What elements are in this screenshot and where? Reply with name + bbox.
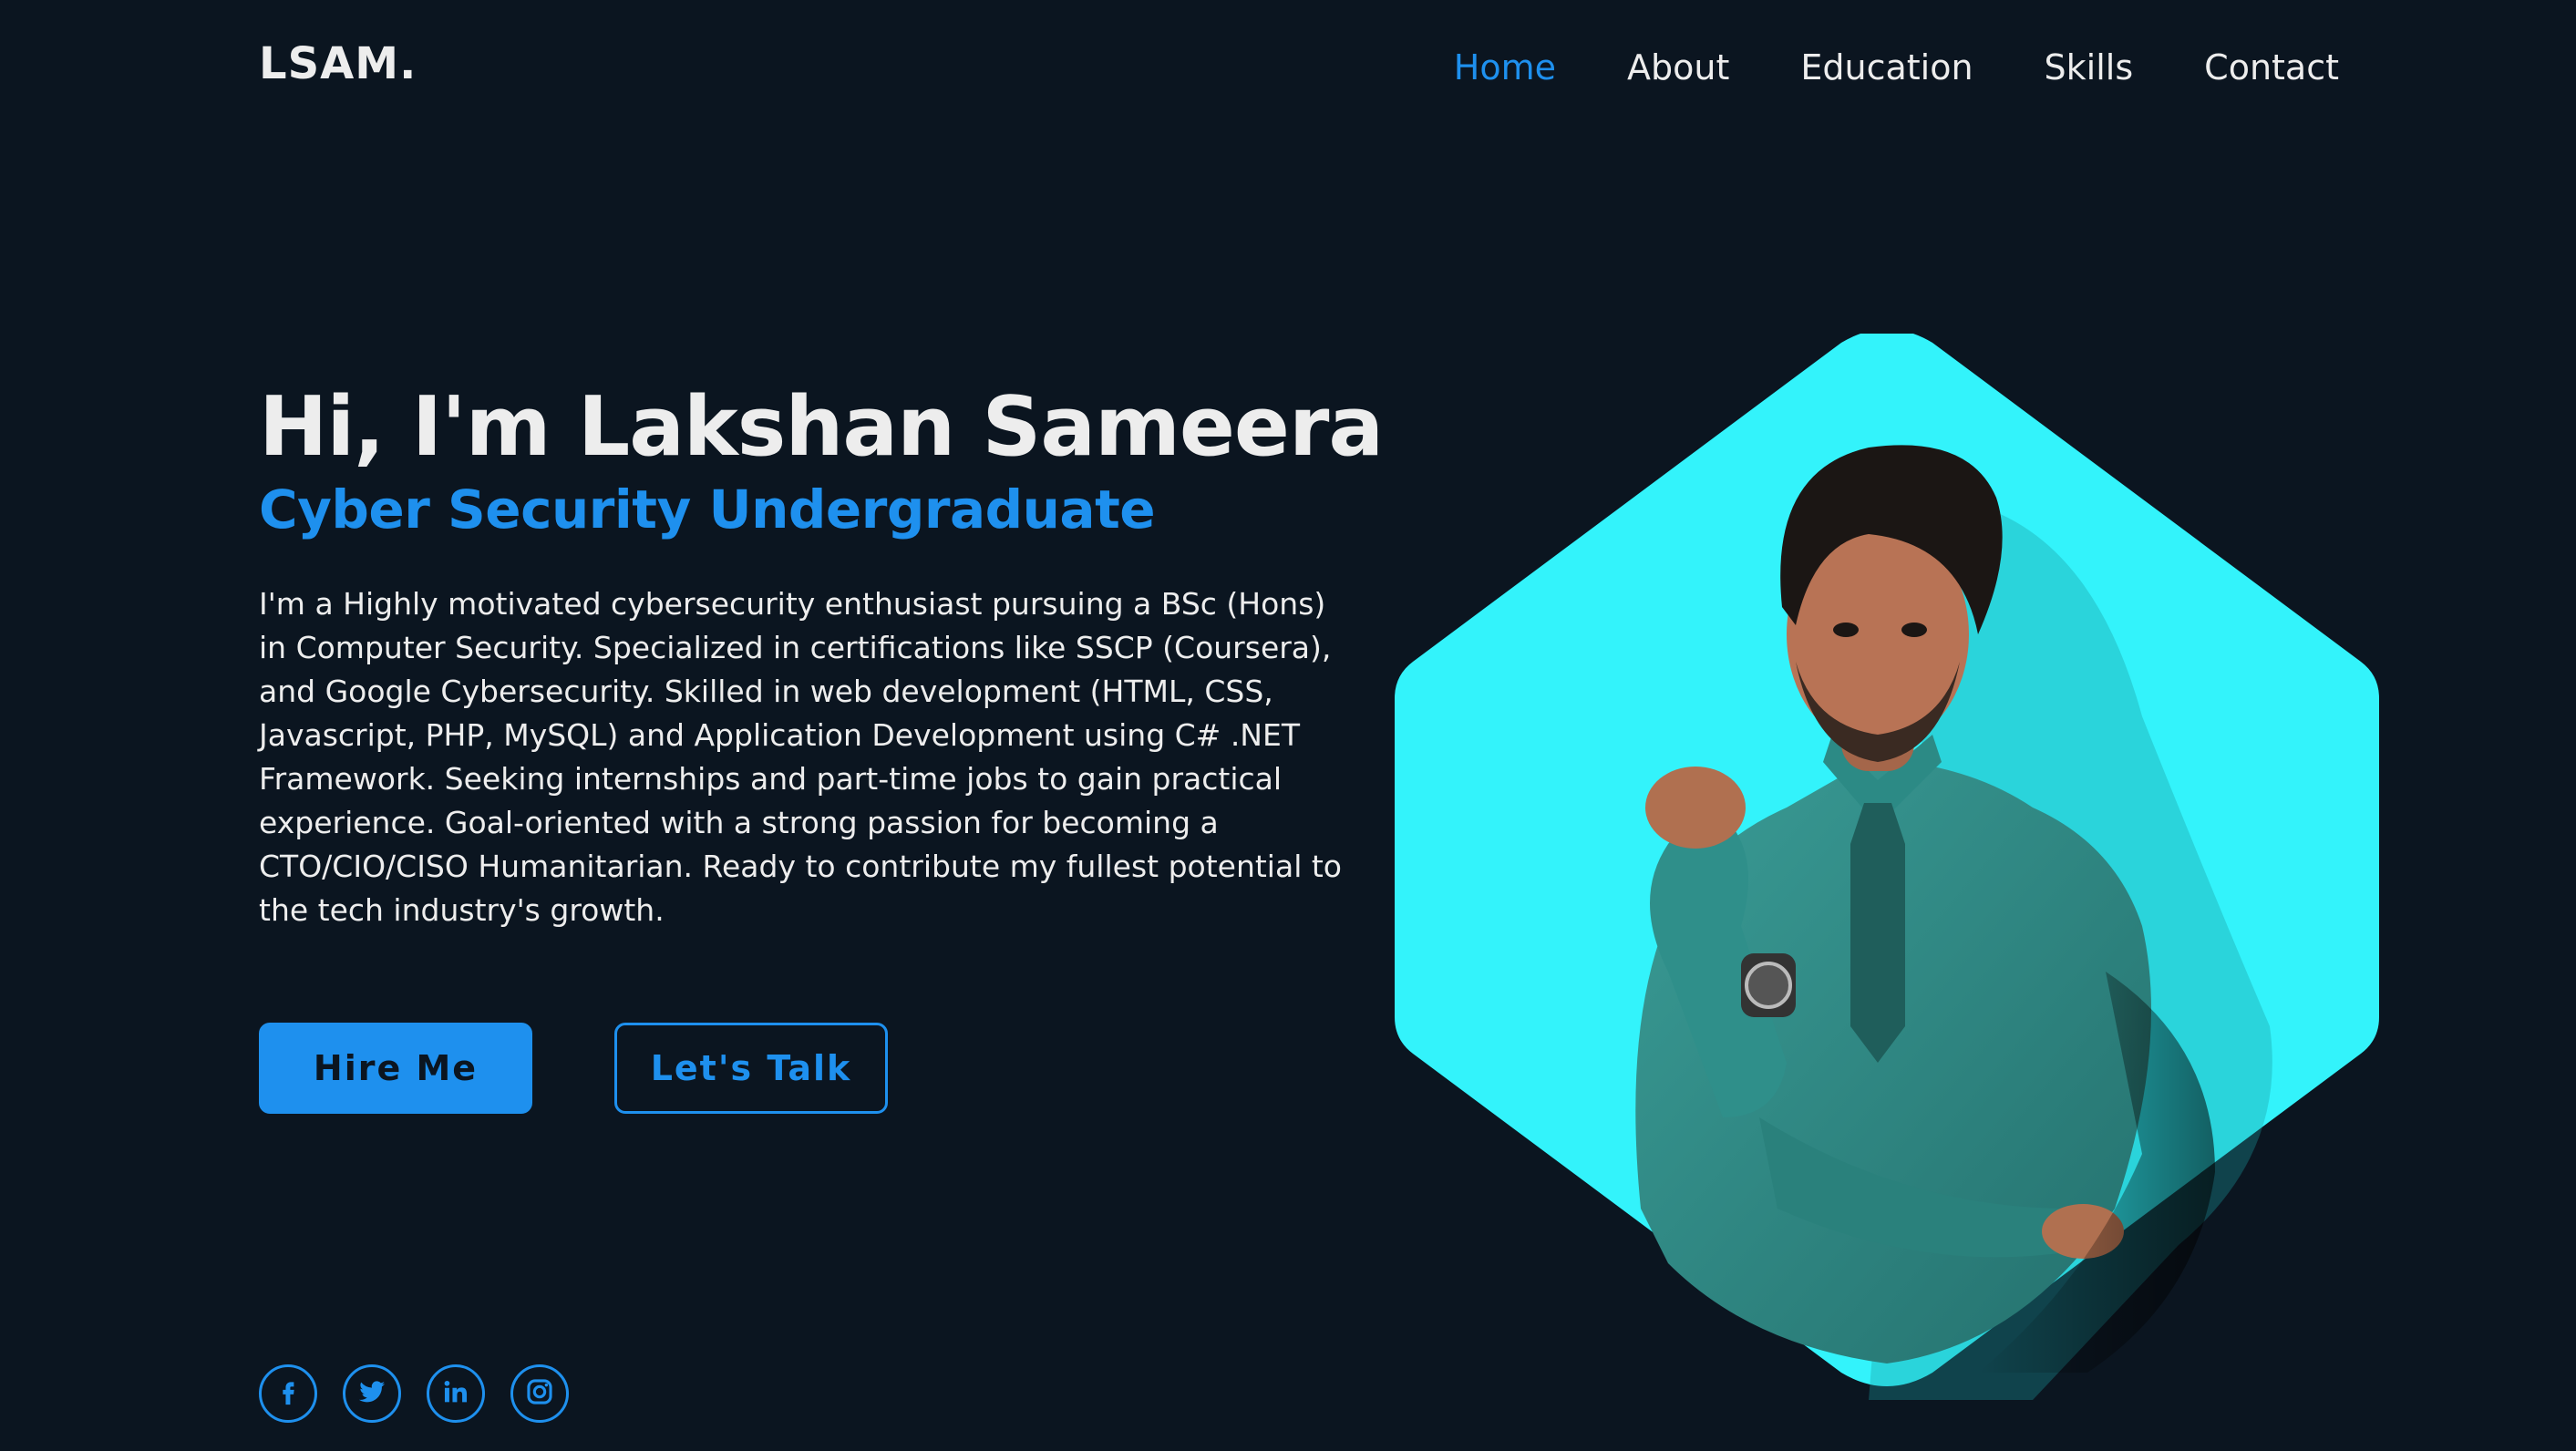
linkedin-link[interactable] [427,1364,485,1423]
site-header: LSAM. Home About Education Skills Contac… [0,0,2576,146]
social-links [259,1364,569,1423]
instagram-link[interactable] [510,1364,569,1423]
nav-home[interactable]: Home [1454,47,1556,87]
nav-about[interactable]: About [1627,47,1729,87]
lets-talk-button[interactable]: Let's Talk [614,1023,888,1114]
nav-skills[interactable]: Skills [2045,47,2134,87]
twitter-link[interactable] [343,1364,401,1423]
hero-subtitle: Cyber Security Undergraduate [259,479,1156,541]
profile-image [1395,334,2379,1400]
hero-title: Hi, I'm Lakshan Sameera [259,379,1384,475]
nav-contact[interactable]: Contact [2204,47,2339,87]
facebook-icon [273,1376,304,1411]
facebook-link[interactable] [259,1364,317,1423]
hire-me-button[interactable]: Hire Me [259,1023,532,1114]
profile-hexagon [1395,334,2379,1400]
hero-section: Hi, I'm Lakshan Sameera Cyber Security U… [259,379,1384,932]
instagram-icon [524,1376,555,1411]
hero-buttons: Hire Me Let's Talk [259,1023,888,1114]
hero-description: I'm a Highly motivated cybersecurity ent… [259,586,1342,929]
site-logo[interactable]: LSAM. [259,38,417,89]
linkedin-icon [440,1376,471,1411]
twitter-icon [356,1376,387,1411]
nav-education[interactable]: Education [1800,47,1973,87]
main-nav: Home About Education Skills Contact [1454,47,2339,87]
